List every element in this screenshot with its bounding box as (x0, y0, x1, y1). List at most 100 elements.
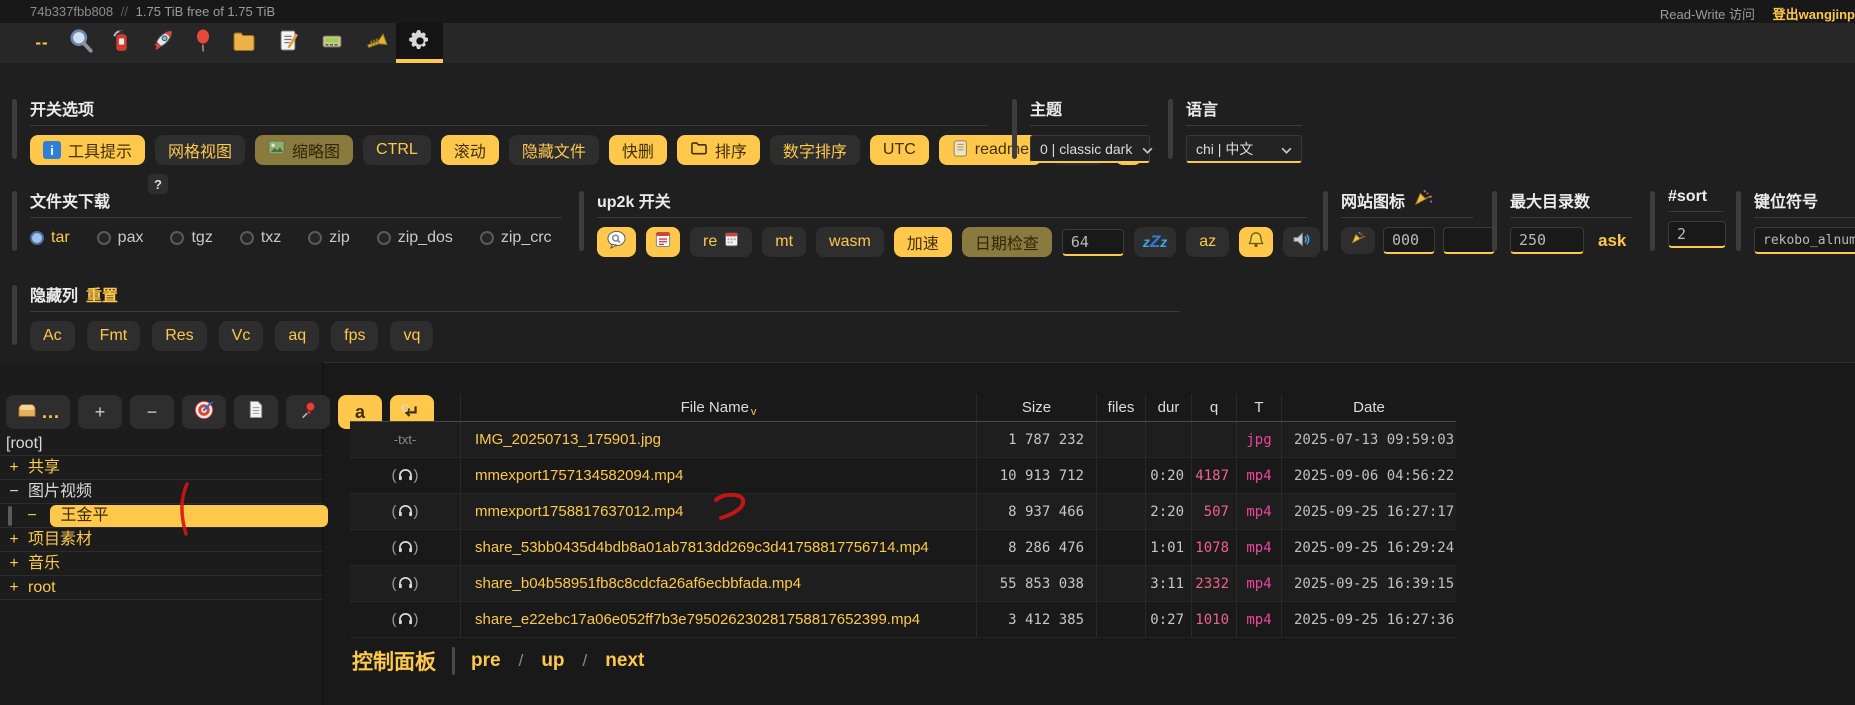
toggle-readme-button[interactable]: readme (939, 135, 1042, 165)
toggle-utc-button[interactable]: UTC (870, 135, 929, 165)
tree-item-music[interactable]: +音乐 (0, 551, 322, 575)
toggle-scroll-button[interactable]: 滚动 (441, 135, 499, 165)
toggle-dotfiles-button[interactable]: 隐藏文件 (509, 135, 599, 165)
up2k-datecheck-button[interactable]: 日期检查 (962, 227, 1052, 257)
key-notation-input[interactable] (1754, 227, 1855, 254)
radio-pax[interactable]: pax (97, 229, 144, 247)
up2k-sleep-button[interactable]: zZz (1134, 227, 1176, 257)
up2k-bell-button[interactable] (1239, 227, 1273, 257)
control-panel-link[interactable]: 控制面板 (352, 646, 436, 676)
up2k-mt-button[interactable]: mt (762, 227, 806, 257)
play-audio-cell[interactable]: () (350, 602, 460, 637)
tree-item-pictures-videos[interactable]: −图片视频 (0, 479, 322, 503)
tab-unpost[interactable] (101, 23, 141, 63)
tab-upload[interactable] (143, 23, 183, 63)
header-t[interactable]: T (1236, 394, 1281, 421)
breadcrumb-toggle-button[interactable]: ... (6, 395, 70, 429)
column-vq-button[interactable]: vq (390, 321, 433, 351)
up2k-wasm-button[interactable]: wasm (816, 227, 884, 257)
toggle-tooltips-button[interactable]: i工具提示 (30, 135, 145, 165)
headphones-icon (398, 540, 413, 556)
radio-zip-crc[interactable]: zip_crc (480, 229, 552, 247)
play-audio-cell[interactable]: () (350, 530, 460, 565)
toggle-natsort-button[interactable]: 数字排序 (770, 135, 860, 165)
radio-txz[interactable]: txz (240, 229, 281, 247)
tab-textedit[interactable] (268, 23, 308, 63)
tab-settings[interactable] (396, 23, 443, 63)
help-button[interactable]: ? (148, 174, 168, 194)
file-link[interactable]: share_e22ebc17a06e052ff7b3e7950262302817… (460, 602, 976, 637)
theme-select[interactable]: 0 | classic dark (1030, 135, 1150, 163)
column-fmt-button[interactable]: Fmt (87, 321, 141, 351)
header-q[interactable]: q (1191, 394, 1236, 421)
file-link[interactable]: mmexport1757134582094.mp4 (460, 458, 976, 493)
toggle-ctrl-button[interactable]: CTRL (363, 135, 431, 165)
tab-audio[interactable] (356, 23, 396, 63)
section-favicon-title: 网站图标 (1341, 188, 1473, 218)
tree-docs-button[interactable] (234, 395, 278, 429)
favicon-toggle-button[interactable] (1341, 227, 1375, 254)
toggle-quickdelete-button[interactable]: 快删 (609, 135, 667, 165)
toggle-gridview-button[interactable]: 网格视图 (155, 135, 245, 165)
logout-link[interactable]: 登出wangjinp (1773, 7, 1855, 22)
header-date[interactable]: Date (1281, 394, 1456, 421)
language-select[interactable]: chi | 中文 (1186, 135, 1302, 163)
tab-collapse[interactable]: -- (22, 23, 62, 63)
tab-search[interactable] (61, 23, 101, 63)
prev-link[interactable]: pre (471, 650, 501, 672)
header-filename[interactable]: File Namev (460, 394, 976, 421)
play-audio-cell[interactable]: () (350, 566, 460, 601)
radio-zip-dos[interactable]: zip_dos (377, 229, 453, 247)
up-link[interactable]: up (541, 650, 564, 672)
reset-columns-button[interactable]: 重置 (86, 282, 118, 306)
radio-dot (480, 231, 494, 245)
tree-item-share[interactable]: +共享 (0, 455, 322, 479)
tree-collapse-button[interactable]: − (130, 395, 174, 429)
file-link[interactable]: share_b04b58951fb8c8cdcfa26af6ecbbfada.m… (460, 566, 976, 601)
ask-button[interactable]: ask (1598, 231, 1626, 251)
tab-console[interactable] (312, 23, 352, 63)
header-files[interactable]: files (1096, 394, 1145, 421)
up2k-sound-button[interactable] (1283, 227, 1320, 257)
file-link[interactable]: IMG_20250713_175901.jpg (460, 422, 976, 457)
column-fps-button[interactable]: fps (331, 321, 378, 351)
column-res-button[interactable]: Res (152, 321, 206, 351)
header-size[interactable]: Size (976, 394, 1096, 421)
tree-item-root-folder[interactable]: +root (0, 575, 322, 599)
tree-item-selected[interactable]: − 王金平 (0, 503, 322, 527)
up2k-az-button[interactable]: az (1186, 227, 1229, 257)
tab-party[interactable] (183, 23, 223, 63)
toggle-sort-button[interactable]: 排序 (677, 135, 760, 165)
header-c[interactable]: c (350, 394, 460, 421)
up2k-re-button[interactable]: re (690, 227, 752, 257)
file-link[interactable]: mmexport1758817637012.mp4 (460, 494, 976, 529)
tree-pin-button[interactable] (286, 395, 330, 429)
radio-tgz[interactable]: tgz (170, 229, 212, 247)
tab-files[interactable] (224, 23, 264, 63)
radio-tar[interactable]: tar (30, 229, 70, 247)
favicon-extra-input[interactable] (1443, 227, 1495, 254)
column-ac-button[interactable]: Ac (30, 321, 75, 351)
favicon-value-input[interactable] (1383, 227, 1435, 254)
play-audio-cell[interactable]: () (350, 458, 460, 493)
sort-count-input[interactable] (1668, 221, 1726, 248)
tree-item-root-label[interactable]: [root] (0, 432, 322, 455)
tree-item-project-assets[interactable]: +项目素材 (0, 527, 322, 551)
max-dirs-input[interactable] (1510, 227, 1584, 254)
radio-zip[interactable]: zip (308, 229, 349, 247)
up2k-parallel-input[interactable] (1062, 229, 1124, 256)
up2k-search-toggle-button[interactable] (597, 227, 636, 257)
play-audio-cell[interactable]: () (350, 494, 460, 529)
up2k-list-toggle-button[interactable] (646, 227, 680, 257)
next-link[interactable]: next (605, 650, 644, 672)
selected-folder-label[interactable]: 王金平 (50, 505, 328, 527)
tree-jump-button[interactable] (182, 395, 226, 429)
column-aq-button[interactable]: aq (275, 321, 319, 351)
header-dur[interactable]: dur (1145, 394, 1191, 421)
toggle-thumbnails-button[interactable]: 缩略图 (255, 135, 353, 165)
search-icon (68, 28, 94, 59)
up2k-turbo-button[interactable]: 加速 (894, 227, 952, 257)
column-vc-button[interactable]: Vc (219, 321, 264, 351)
file-link[interactable]: share_53bb0435d4bdb8a01ab7813dd269c3d417… (460, 530, 976, 565)
tree-expand-button[interactable]: + (78, 395, 122, 429)
